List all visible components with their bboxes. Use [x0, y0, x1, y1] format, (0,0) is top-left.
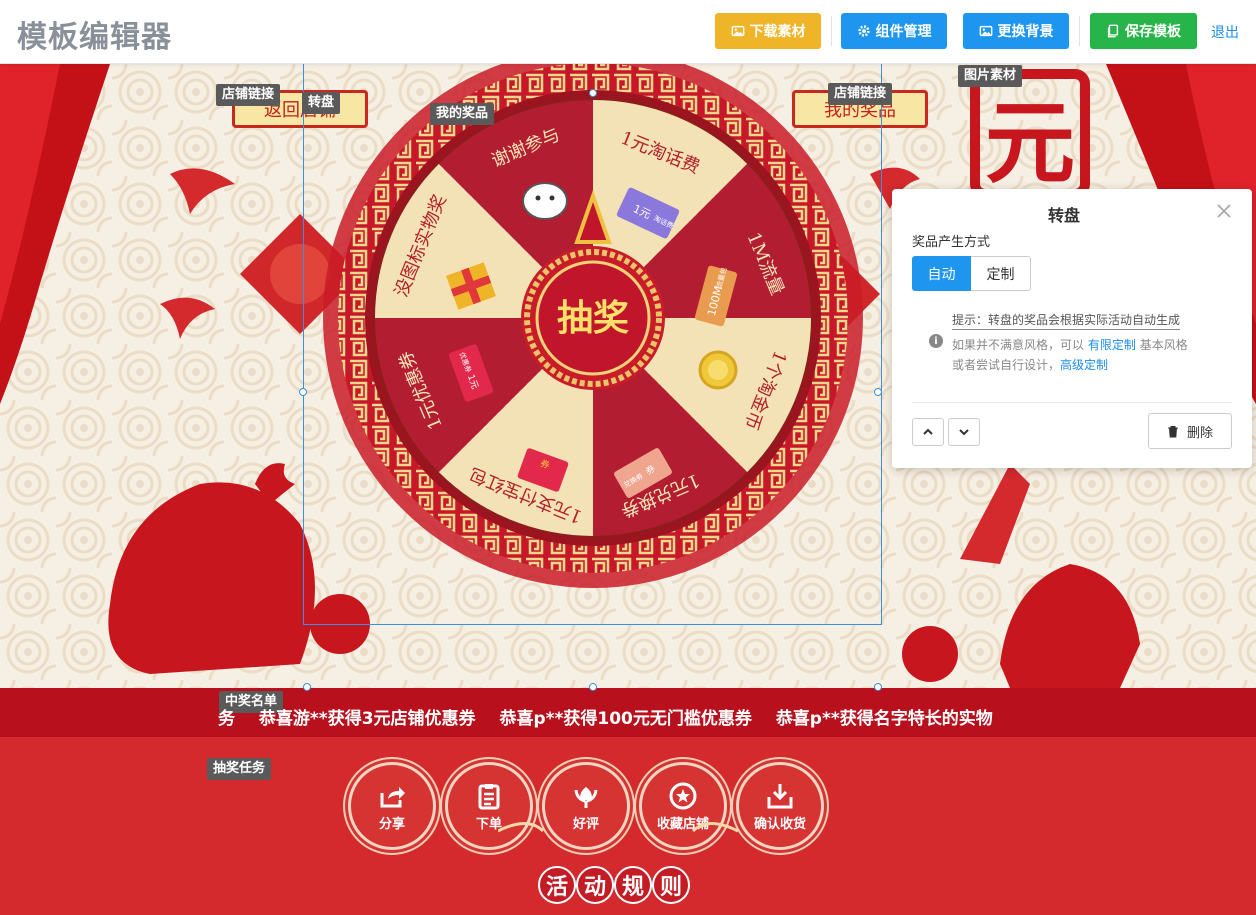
prize-mode-label: 奖品产生方式 [912, 235, 991, 250]
winner-marquee-item: 务 [218, 709, 235, 729]
resize-handle-bottom-right[interactable] [874, 683, 882, 691]
share-icon [380, 786, 405, 807]
change-background-button[interactable]: 更换背景 [963, 13, 1069, 49]
task-confirm-receipt-button[interactable]: 确认收货 [736, 762, 824, 850]
component-tag-my-prizes[interactable]: 我的奖品 [430, 103, 495, 125]
component-manager-button[interactable]: 组件管理 [841, 13, 947, 49]
toolbar-divider [1079, 16, 1080, 46]
panel-title: 转盘 [1047, 206, 1080, 225]
info-icon: i [929, 334, 943, 348]
component-tag-store-link[interactable]: 店铺链接 [828, 83, 893, 105]
change-background-label: 更换背景 [997, 24, 1054, 40]
save-template-label: 保存模板 [1125, 24, 1181, 40]
move-down-button[interactable] [948, 418, 980, 446]
advanced-customization-link[interactable]: 高级定制 [1060, 358, 1108, 372]
save-template-button[interactable]: 保存模板 [1090, 13, 1197, 49]
panel-divider [912, 402, 1232, 403]
task-share-button[interactable]: 分享 [348, 762, 436, 850]
hint-text: 如果并不满意风格，可以 [952, 338, 1085, 352]
component-tag-lottery-tasks[interactable]: 抽奖任务 [207, 758, 272, 780]
resize-handle-left[interactable] [299, 388, 307, 396]
top-toolbar: 模板编辑器 下载素材 组件管理 更换背景 保存模板 退出 [0, 0, 1256, 64]
resize-handle-bottom-left[interactable] [303, 683, 311, 691]
app-title: 模板编辑器 [17, 20, 172, 55]
limited-customization-link[interactable]: 有限定制 [1088, 338, 1136, 352]
picture-icon [979, 25, 992, 37]
hint-title: 提示：转盘的奖品会根据实际活动自动生成 [952, 311, 1181, 330]
resize-handle-bottom[interactable] [589, 683, 597, 691]
resize-handle-top[interactable] [589, 89, 597, 97]
svg-text:元: 元 [985, 91, 1075, 196]
delete-label: 删除 [1186, 425, 1213, 441]
component-manager-label: 组件管理 [875, 24, 932, 40]
trash-icon [1167, 425, 1178, 437]
winner-marquee-item: 恭喜p**获得名字特长的实物 [775, 709, 993, 729]
move-up-button[interactable] [912, 418, 944, 446]
download-assets-label: 下载素材 [749, 24, 806, 40]
component-tag-store-link[interactable]: 店铺链接 [216, 84, 281, 106]
toolbar-divider [831, 16, 832, 46]
rules-ornament [498, 822, 738, 833]
task-confirm-receipt-label: 确认收货 [753, 816, 806, 832]
copy-icon [1107, 24, 1119, 38]
resize-handle-right[interactable] [874, 388, 882, 396]
gear-icon [857, 25, 870, 37]
wheel-property-panel: 转盘 奖品产生方式 自动 定制 提示：转盘的奖品会根据实际活动自动生成 i 如果… [892, 189, 1252, 468]
hint-text: 或者尝试自行设计， [952, 358, 1061, 372]
prize-mode-auto-button[interactable]: 自动 [912, 256, 971, 291]
left-curtain [0, 64, 110, 404]
component-tag-wheel[interactable]: 转盘 [302, 92, 341, 114]
winner-marquee-item: 恭喜游**获得3元店铺优惠券 [258, 709, 476, 729]
close-icon[interactable] [1214, 201, 1234, 221]
task-share-label: 分享 [378, 816, 405, 832]
hint-body: 如果并不满意风格，可以 有限定制 基本风格 或者尝试自行设计，高级定制 [952, 335, 1232, 375]
download-assets-button[interactable]: 下载素材 [715, 13, 821, 49]
winner-marquee: 务 恭喜游**获得3元店铺优惠券 恭喜p**获得100元无门槛优惠券 恭喜p**… [218, 704, 1011, 729]
rules-heading-char: 活 [538, 866, 576, 904]
rules-heading-char: 则 [652, 866, 690, 904]
exit-link[interactable]: 退出 [1211, 22, 1239, 42]
hint-text: 基本风格 [1139, 338, 1188, 352]
rules-heading-char: 动 [576, 866, 614, 904]
component-tag-image-asset[interactable]: 图片素材 [958, 65, 1023, 87]
chevron-down-icon [959, 429, 969, 436]
delete-component-button[interactable]: 删除 [1148, 413, 1232, 449]
rules-heading-char: 规 [614, 866, 652, 904]
inbox-download-icon [767, 783, 793, 808]
chevron-up-icon [923, 428, 933, 435]
wheel-selection-box[interactable] [303, 28, 882, 625]
prize-mode-custom-button[interactable]: 定制 [971, 256, 1031, 291]
winner-marquee-item: 恭喜p**获得100元无门槛优惠券 [499, 709, 752, 729]
image-icon [731, 25, 744, 37]
